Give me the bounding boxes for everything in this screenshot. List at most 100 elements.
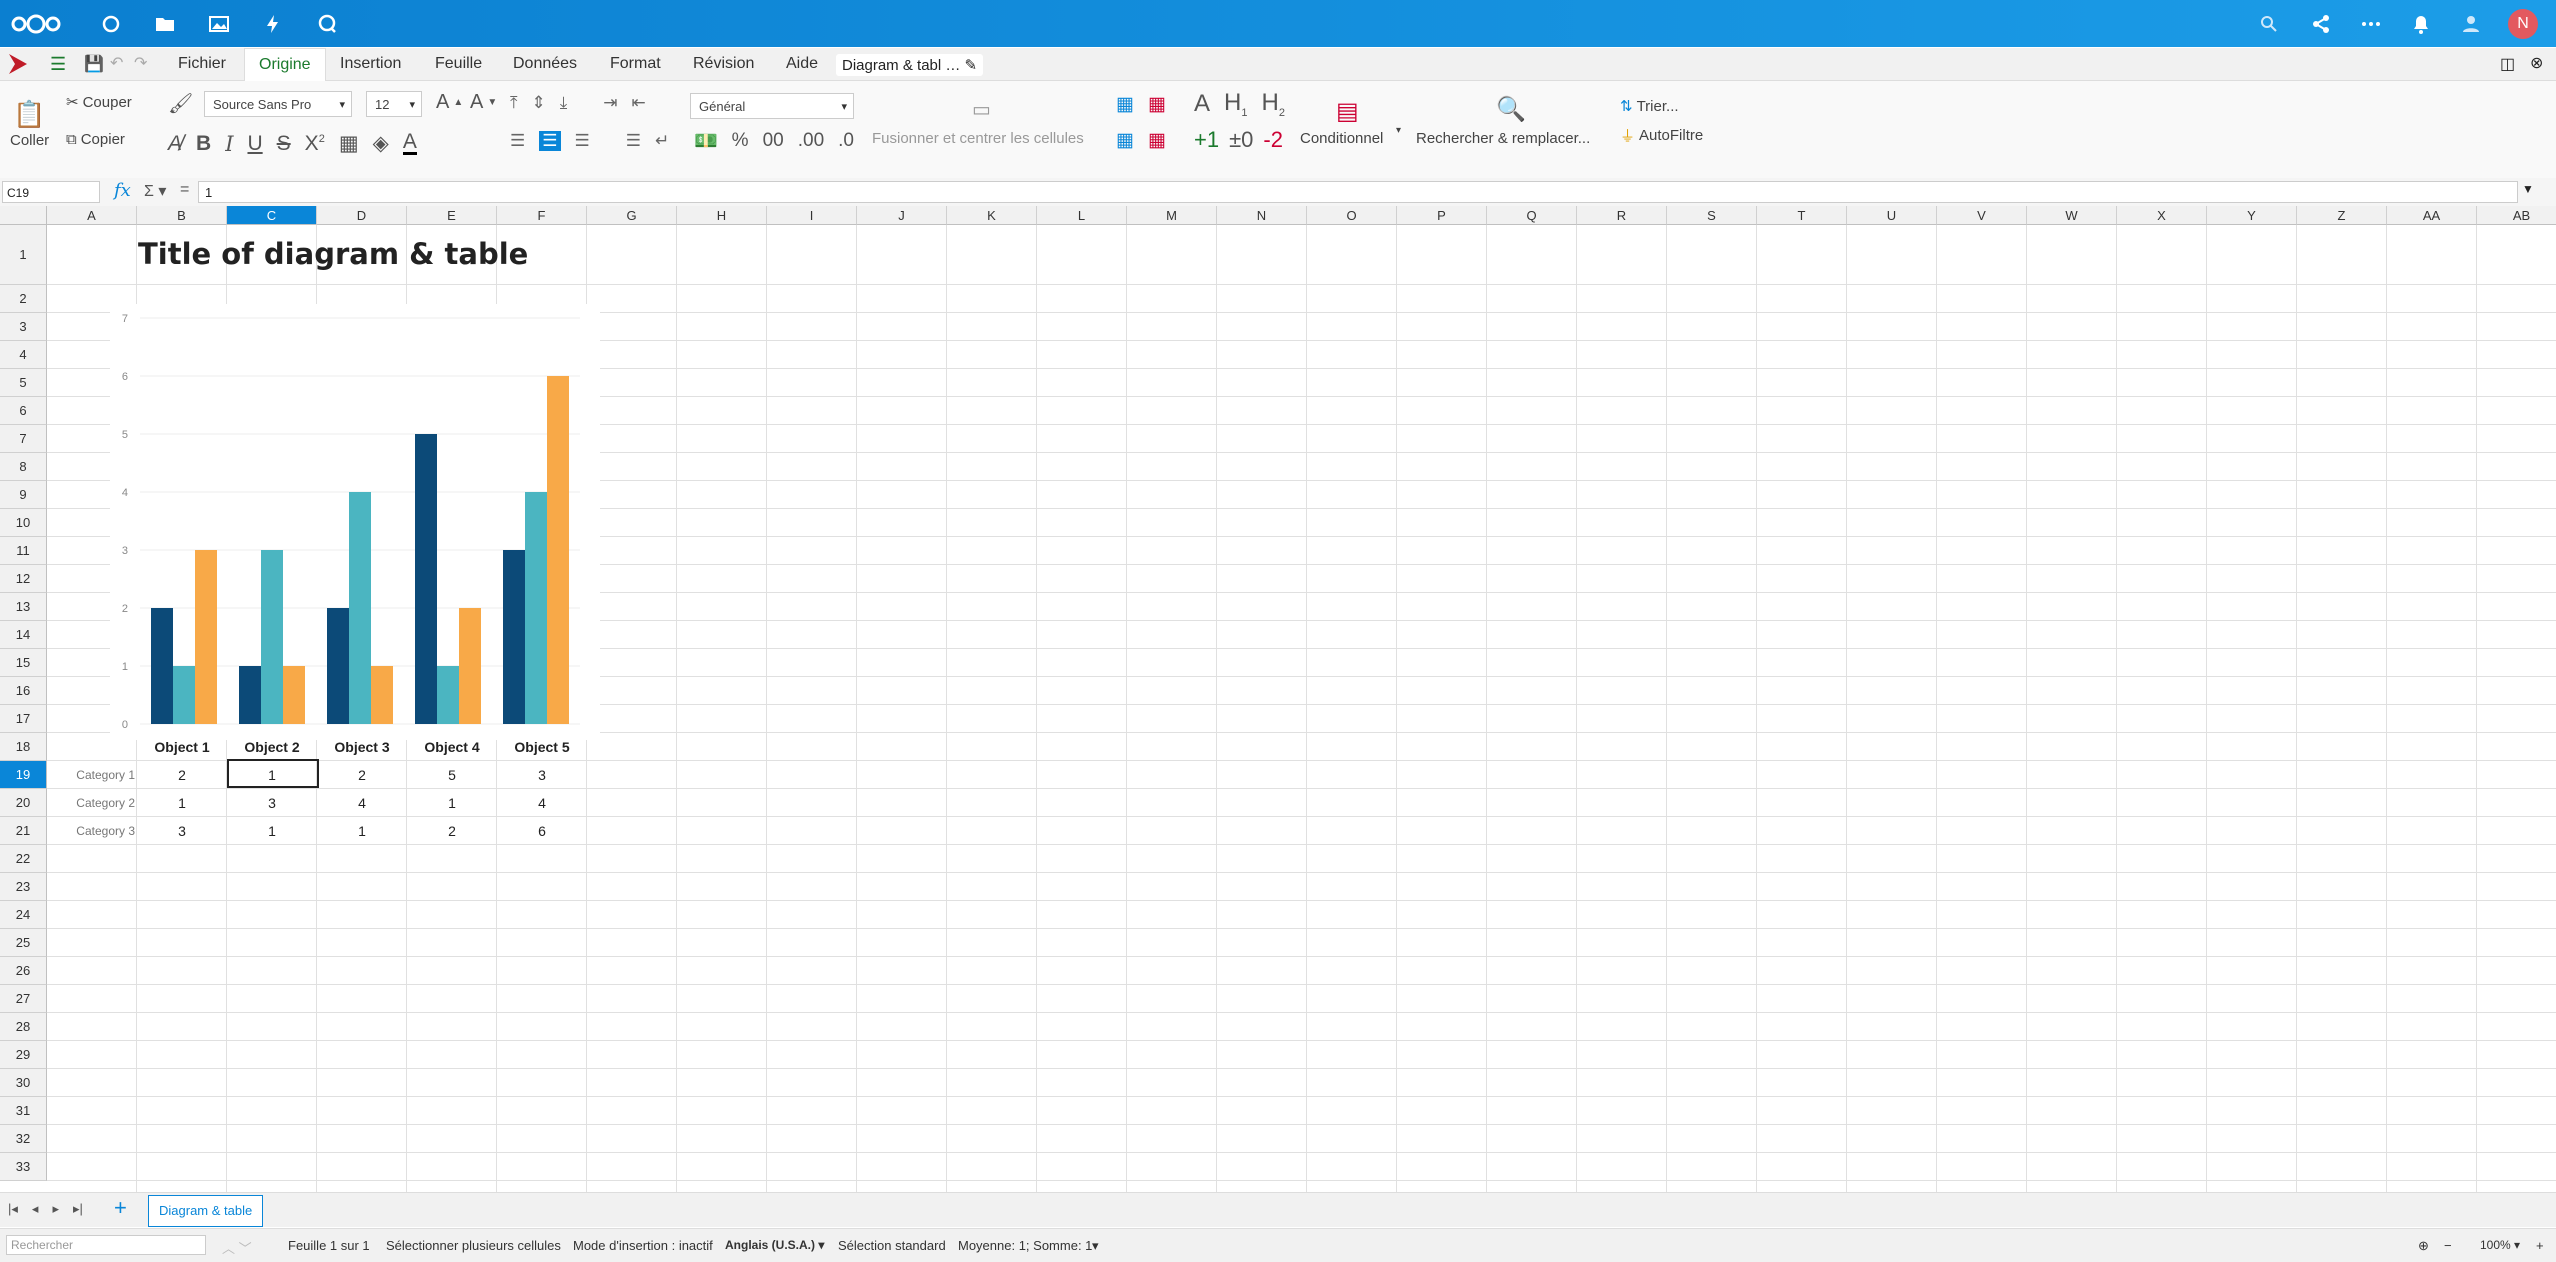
percent-icon[interactable]: % — [732, 130, 749, 152]
sheet-tab-diagram[interactable]: Diagram & table — [148, 1195, 264, 1227]
font-name-select[interactable]: Source Sans Pro — [204, 91, 352, 118]
number-format-select[interactable]: Général — [690, 93, 854, 120]
column-header-j[interactable]: J — [857, 206, 947, 225]
menu-feuille[interactable]: Feuille — [435, 55, 482, 73]
chart-bar[interactable] — [239, 666, 261, 724]
font-size-select[interactable]: 12 — [366, 91, 422, 118]
currency-icon[interactable]: 💵 — [694, 129, 718, 153]
chart-bar[interactable] — [173, 666, 195, 724]
delete-columns-icon[interactable]: ▦ — [1148, 129, 1166, 152]
table-header-cell[interactable]: Object 5 — [497, 733, 587, 761]
zoom-reset-icon[interactable]: ⊕ — [2418, 1238, 2429, 1254]
column-header-o[interactable]: O — [1307, 206, 1397, 225]
row-header-2[interactable]: 2 — [0, 285, 47, 313]
bar-chart[interactable]: 0 1 2 3 4 5 6 7 — [110, 304, 600, 740]
chart-bar[interactable] — [525, 492, 547, 724]
find-replace-icon[interactable]: 🔍 — [1496, 95, 1526, 124]
heading1-icon[interactable]: H1 — [1224, 89, 1247, 119]
row-header-6[interactable]: 6 — [0, 397, 47, 425]
menu-aide[interactable]: Aide — [786, 55, 818, 73]
notifications-icon[interactable] — [2406, 9, 2436, 39]
column-header-w[interactable]: W — [2027, 206, 2117, 225]
chart-bar[interactable] — [503, 550, 525, 724]
conditional-dropdown-icon[interactable]: ▾ — [1396, 125, 1401, 136]
row-header-20[interactable]: 20 — [0, 789, 47, 817]
grow-font-icon[interactable]: A ▲ — [436, 91, 463, 114]
column-header-g[interactable]: G — [587, 206, 677, 225]
zoom-out-icon[interactable]: − — [2444, 1238, 2452, 1253]
row-header-29[interactable]: 29 — [0, 1041, 47, 1069]
row-header-17[interactable]: 17 — [0, 705, 47, 733]
row-header-27[interactable]: 27 — [0, 985, 47, 1013]
add-decimal-icon[interactable]: .00 — [798, 130, 824, 152]
chart-bar[interactable] — [547, 376, 569, 724]
row-header-3[interactable]: 3 — [0, 313, 47, 341]
multi-select-mode[interactable]: Sélectionner plusieurs cellules — [386, 1238, 561, 1253]
menu-format[interactable]: Format — [610, 55, 661, 73]
merge-cells-icon[interactable]: ▭ — [972, 97, 991, 122]
table-cell[interactable]: 4 — [497, 789, 587, 817]
increase-indent-icon[interactable]: ⇥ — [603, 93, 617, 113]
column-header-f[interactable]: F — [497, 206, 587, 225]
status-search-input[interactable]: Rechercher — [6, 1235, 206, 1255]
column-header-q[interactable]: Q — [1487, 206, 1577, 225]
undo-icon[interactable]: ↶ — [110, 53, 123, 73]
row-label-cell[interactable]: Category 3 — [47, 817, 135, 845]
menu-origine[interactable]: Origine — [244, 48, 326, 81]
column-header-c[interactable]: C — [227, 206, 317, 225]
insert-columns-icon[interactable]: ▦ — [1116, 129, 1134, 152]
row-header-14[interactable]: 14 — [0, 621, 47, 649]
row-header-24[interactable]: 24 — [0, 901, 47, 929]
table-cell[interactable]: 6 — [497, 817, 587, 845]
align-bottom-icon[interactable]: ⤓ — [560, 93, 568, 113]
superscript-icon[interactable]: X2 — [305, 132, 325, 156]
align-top-icon[interactable]: ⤒ — [510, 93, 518, 113]
align-right-icon[interactable]: ☰ — [575, 131, 590, 151]
document-title[interactable]: Diagram & tabl … ✎ — [836, 54, 984, 76]
chart-bar[interactable] — [327, 608, 349, 724]
photos-icon[interactable] — [204, 9, 234, 39]
row-header-30[interactable]: 30 — [0, 1069, 47, 1097]
sort-button[interactable]: ⇅ Trier... — [1620, 97, 1679, 116]
row-header-19[interactable]: 19 — [0, 761, 47, 789]
heading2-icon[interactable]: H2 — [1261, 89, 1284, 119]
row-header-23[interactable]: 23 — [0, 873, 47, 901]
chart-bar[interactable] — [151, 608, 173, 724]
column-header-k[interactable]: K — [947, 206, 1037, 225]
delete-rows-icon[interactable]: ▦ — [1148, 93, 1166, 116]
row-header-1[interactable]: 1 — [0, 225, 47, 285]
column-header-aa[interactable]: AA — [2387, 206, 2477, 225]
column-header-u[interactable]: U — [1847, 206, 1937, 225]
shrink-font-icon[interactable]: A ▼ — [470, 91, 497, 114]
column-header-y[interactable]: Y — [2207, 206, 2297, 225]
row-header-7[interactable]: 7 — [0, 425, 47, 453]
table-cell[interactable]: 1 — [407, 789, 497, 817]
row-header-33[interactable]: 33 — [0, 1153, 47, 1181]
talk-icon[interactable] — [312, 9, 342, 39]
column-header-l[interactable]: L — [1037, 206, 1127, 225]
zoom-in-icon[interactable]: + — [2536, 1238, 2544, 1253]
cell-name-box[interactable]: C19 — [2, 181, 100, 203]
decrease-indent-icon[interactable]: ⇤ — [632, 93, 646, 113]
row-header-15[interactable]: 15 — [0, 649, 47, 677]
conditional-format-button[interactable]: Conditionnel — [1300, 130, 1383, 147]
conditional-format-icon[interactable]: ▤ — [1336, 97, 1359, 126]
column-header-s[interactable]: S — [1667, 206, 1757, 225]
search-icon[interactable] — [2254, 9, 2284, 39]
add-sheet-icon[interactable]: + — [114, 1195, 127, 1221]
function-wizard-icon[interactable]: fx — [114, 180, 131, 201]
table-header-cell[interactable]: Object 4 — [407, 733, 497, 761]
table-header-cell[interactable]: Object 1 — [137, 733, 227, 761]
formula-input[interactable]: 1 — [198, 181, 2518, 203]
next-sheet-icon[interactable]: ▸ — [52, 1201, 59, 1217]
row-header-10[interactable]: 10 — [0, 509, 47, 537]
sheet-title[interactable]: Title of diagram & table — [138, 237, 538, 271]
table-cell[interactable]: 1 — [227, 817, 317, 845]
first-sheet-icon[interactable]: |◂ — [8, 1201, 18, 1217]
close-icon[interactable]: ⊗ — [2530, 53, 2543, 73]
bad-style-icon[interactable]: -2 — [1263, 127, 1283, 153]
chart-bar[interactable] — [371, 666, 393, 724]
fill-color-icon[interactable]: ◈ — [373, 131, 389, 156]
merge-cells-button[interactable]: Fusionner et centrer les cellules — [872, 130, 1084, 147]
sum-dropdown-icon[interactable]: ▾ — [1092, 1238, 1099, 1254]
